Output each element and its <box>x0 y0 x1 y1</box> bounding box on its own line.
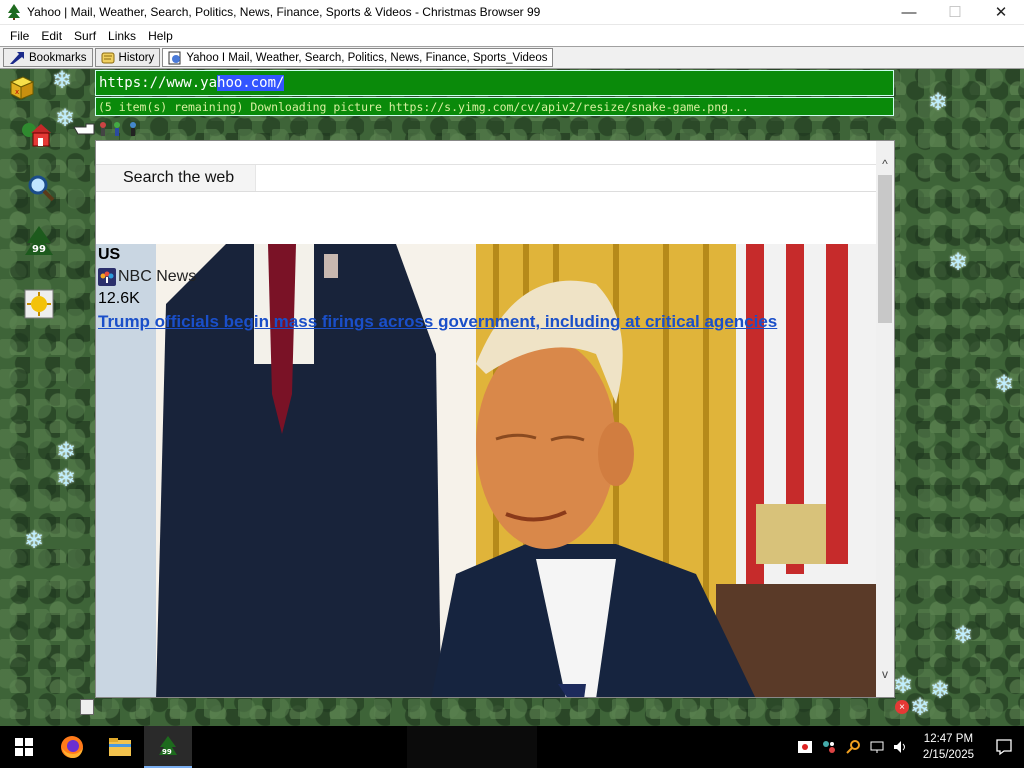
menu-surf[interactable]: Surf <box>68 29 102 43</box>
scroll-thumb[interactable] <box>878 175 892 323</box>
menu-help[interactable]: Help <box>142 29 179 43</box>
cube-icon[interactable]: x <box>4 70 38 104</box>
scroll-up-arrow-icon[interactable]: ^ <box>876 155 894 173</box>
news-article: US NBC News 12.6K Trump officials begin … <box>98 244 868 334</box>
window-title: Yahoo | Mail, Weather, Search, Politics,… <box>27 5 541 19</box>
recycle-icon[interactable] <box>80 699 94 715</box>
menu-links[interactable]: Links <box>102 29 142 43</box>
snowflake-icon: ❄ <box>994 371 1015 398</box>
network-sharing-icon[interactable] <box>817 735 841 759</box>
christmas-tree-icon <box>5 3 23 21</box>
loading-status: (5 item(s) remaining) Downloading pictur… <box>98 99 749 114</box>
firefox-icon[interactable] <box>48 726 96 768</box>
globe-page-icon <box>168 51 181 64</box>
system-tray: 12:47 PM 2/15/2025 <box>793 726 1024 768</box>
minimize-button[interactable]: — <box>886 0 932 25</box>
snowflake-icon: ❄ <box>953 622 974 649</box>
snowflake-icon: ❄ <box>52 69 73 94</box>
bookmarks-label: Bookmarks <box>29 51 87 64</box>
snowflake-icon: ❄ <box>24 527 45 554</box>
tab-bar: Bookmarks History Yahoo I Mail, Weather,… <box>0 46 1024 69</box>
snowflake-icon: ❄ <box>910 694 931 721</box>
clock-time: 12:47 PM <box>923 733 974 745</box>
tree-99-icon[interactable]: 99 <box>22 224 56 258</box>
source-name: NBC News <box>118 268 197 285</box>
menu-file[interactable]: File <box>4 29 35 43</box>
maximize-button[interactable]: ☐ <box>932 0 978 25</box>
figurines-icon <box>94 118 144 138</box>
bookmarks-button[interactable]: Bookmarks <box>3 48 93 67</box>
snowflake-icon: ❄ <box>930 677 951 704</box>
status-bar: (5 item(s) remaining) Downloading pictur… <box>95 97 894 116</box>
tab-yahoo[interactable]: Yahoo I Mail, Weather, Search, Politics,… <box>162 48 554 67</box>
defender-icon[interactable] <box>793 735 817 759</box>
url-unselected: https://www.ya <box>99 75 218 91</box>
reaction-count: 12.6K <box>98 290 140 307</box>
file-explorer-icon[interactable] <box>96 726 144 768</box>
close-button[interactable]: ✕ <box>978 0 1024 25</box>
network-icon[interactable] <box>865 735 889 759</box>
clock[interactable]: 12:47 PM 2/15/2025 <box>913 731 984 763</box>
search-label: Search the web <box>123 169 235 186</box>
vertical-scrollbar[interactable]: ^ v <box>876 141 894 697</box>
scroll-icon <box>101 52 115 63</box>
search-row: Search the web <box>96 164 877 192</box>
snowflake-icon: ❄ <box>56 465 77 492</box>
taskbar: 99 12:47 PM 2/15/2025 <box>0 726 1024 768</box>
close-circle-icon[interactable]: × <box>895 700 909 714</box>
search-input[interactable] <box>255 165 877 191</box>
svg-text:99: 99 <box>32 244 46 255</box>
volume-icon[interactable] <box>889 735 913 759</box>
article-source[interactable]: NBC News <box>98 266 868 288</box>
tab-title: Yahoo I Mail, Weather, Search, Politics,… <box>186 51 548 64</box>
christmas-browser-icon[interactable]: 99 <box>144 726 192 768</box>
svg-text:99: 99 <box>162 748 172 756</box>
nbc-peacock-icon <box>98 268 116 286</box>
article-category: US <box>98 246 121 263</box>
url-selected: hoo.com/ <box>217 75 285 91</box>
title-bar: Yahoo | Mail, Weather, Search, Politics,… <box>0 0 1024 25</box>
windows-start-icon[interactable] <box>0 726 48 768</box>
history-label: History <box>118 51 155 64</box>
history-button[interactable]: History <box>94 48 161 67</box>
snowflake-icon: ❄ <box>948 249 969 276</box>
sun-icon[interactable] <box>22 287 56 321</box>
snowflake-icon: ❄ <box>893 672 914 699</box>
address-bar[interactable]: https://www.yahoo.com/ <box>95 70 894 96</box>
key-icon[interactable] <box>841 735 865 759</box>
home-icon[interactable] <box>19 117 53 151</box>
scroll-down-arrow-icon[interactable]: v <box>876 665 894 683</box>
page-viewport[interactable]: Search the web US NBC News 12.6K Trump o… <box>95 140 895 698</box>
snowflake-icon: ❄ <box>56 438 77 465</box>
bookmark-arrow-icon <box>10 51 24 64</box>
notification-icon[interactable] <box>984 726 1024 768</box>
menu-edit[interactable]: Edit <box>35 29 68 43</box>
menu-bar: File Edit Surf Links Help <box>0 25 1024 46</box>
clock-date: 2/15/2025 <box>922 749 974 761</box>
headline-link[interactable]: Trump officials begin mass firings acros… <box>98 310 868 334</box>
magnifier-icon[interactable] <box>24 171 58 205</box>
svg-text:x: x <box>15 88 19 96</box>
url-text[interactable]: https://www.yahoo.com/ <box>99 75 285 91</box>
snowflake-icon: ❄ <box>928 89 949 116</box>
